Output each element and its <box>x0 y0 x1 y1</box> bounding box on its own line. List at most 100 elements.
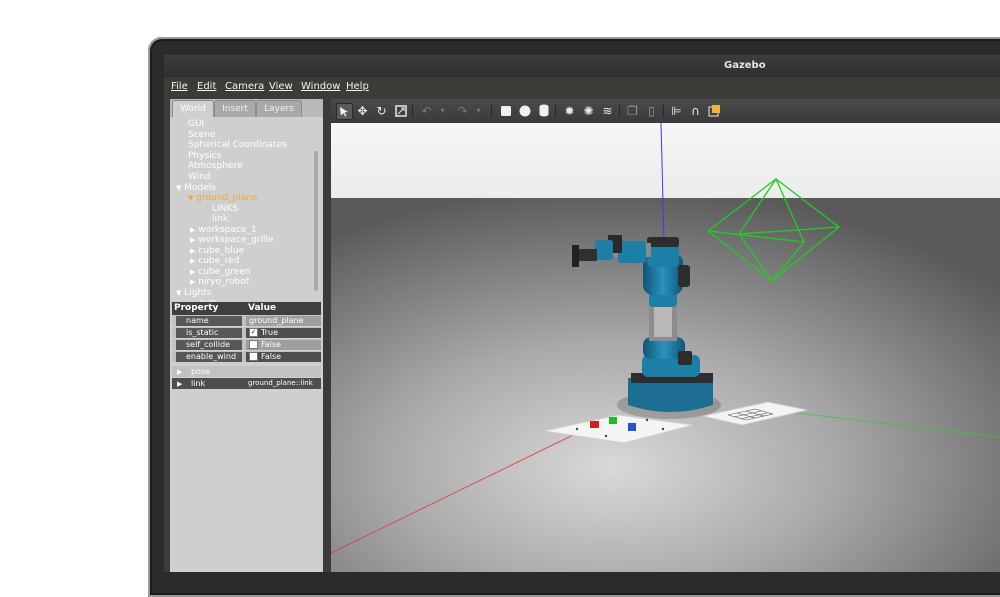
property-key: self_collide <box>176 340 242 350</box>
tree-item-physics[interactable]: Physics <box>188 151 221 161</box>
tree-scrollbar[interactable] <box>314 151 318 291</box>
checked-checkbox[interactable]: ✓ <box>249 328 258 337</box>
collapse-arrow-icon[interactable]: ▶ <box>177 380 182 388</box>
toolbar: ✥ ↻ ↶ ▾ ↷ ▾ ✹ ✺ ≋ ❐ ▯ ⊫ ∩ <box>331 99 1000 123</box>
property-key: is_static <box>176 328 242 338</box>
tree-item-spherical-coordinates[interactable]: Spherical Coordinates <box>188 140 287 150</box>
tree-item-workspace-grille[interactable]: ▶ workspace_grille <box>190 235 273 245</box>
scale-icon[interactable] <box>393 103 408 118</box>
model-label: workspace_1 <box>198 225 257 235</box>
paste-icon[interactable]: ▯ <box>644 103 659 118</box>
rotate-icon[interactable]: ↻ <box>374 103 389 118</box>
property-value: False <box>246 340 321 350</box>
tree-item-niryo-robot[interactable]: ▶ niryo_robot <box>190 277 249 287</box>
property-row-is-static: is_static ✓ True <box>172 327 321 338</box>
cylinder-icon[interactable] <box>536 103 551 118</box>
tree-item-scene[interactable]: Scene <box>188 130 215 140</box>
menu-view[interactable]: View <box>269 81 293 92</box>
view-angle-icon[interactable] <box>707 103 722 118</box>
tree-item-wind[interactable]: Wind <box>188 172 211 182</box>
unchecked-checkbox[interactable] <box>249 352 258 361</box>
tree-item-cube-green[interactable]: ▶ cube_green <box>190 267 251 277</box>
toolbar-separator <box>555 104 556 118</box>
spot-light-icon[interactable]: ✺ <box>581 103 596 118</box>
world-tree: GUI Scene Spherical Coordinates Physics … <box>170 117 323 308</box>
tab-insert[interactable]: Insert <box>214 100 256 117</box>
tree-item-gui[interactable]: GUI <box>188 119 204 129</box>
collapse-arrow-icon[interactable]: ▶ <box>190 268 195 276</box>
pose-label: pose <box>190 367 210 376</box>
collapse-arrow-icon[interactable]: ▶ <box>190 278 195 286</box>
tree-item-atmosphere[interactable]: Atmosphere <box>188 161 242 171</box>
box-icon[interactable] <box>498 103 513 118</box>
tree-item-link[interactable]: link <box>212 214 228 224</box>
collapse-arrow-icon[interactable]: ▶ <box>177 368 182 376</box>
link-value: ground_plane::link <box>248 379 313 387</box>
collapse-arrow-icon[interactable]: ▶ <box>190 257 195 265</box>
copy-icon[interactable]: ❐ <box>625 103 640 118</box>
tree-item-cube-blue[interactable]: ▶ cube_blue <box>190 246 244 256</box>
tree-item-models[interactable]: ▼ Models <box>176 183 216 193</box>
menu-camera[interactable]: Camera <box>225 81 264 92</box>
property-key: name <box>176 316 242 326</box>
model-label: niryo_robot <box>198 277 250 287</box>
toolbar-separator <box>663 104 664 118</box>
toolbar-separator <box>412 104 413 118</box>
sky <box>331 123 1000 198</box>
lights-label: Lights <box>184 288 212 298</box>
expand-arrow-icon[interactable]: ▼ <box>188 194 193 202</box>
property-row-enable-wind: enable_wind False <box>172 351 321 362</box>
scene-render <box>330 122 1000 572</box>
expand-arrow-icon[interactable]: ▼ <box>176 289 181 297</box>
tab-layers[interactable]: Layers <box>256 100 302 117</box>
collapse-arrow-icon[interactable]: ▶ <box>190 236 195 244</box>
model-label: cube_green <box>198 267 251 277</box>
select-icon[interactable] <box>336 103 353 120</box>
3d-viewport[interactable] <box>330 122 1000 572</box>
tree-item-lights[interactable]: ▼ Lights <box>176 288 211 298</box>
models-label: Models <box>184 183 216 193</box>
property-row-pose[interactable]: ▶ pose <box>172 366 321 377</box>
menu-file[interactable]: File <box>171 81 188 92</box>
checkbox-label: False <box>261 352 282 361</box>
tree-item-links[interactable]: LINKS <box>212 204 238 214</box>
property-column-header: Property <box>174 303 219 313</box>
link-label: link <box>190 379 206 388</box>
tree-item-ground-plane[interactable]: ▼ ground_plane <box>188 193 258 203</box>
redo-icon[interactable]: ↷ <box>455 103 470 118</box>
property-value[interactable]: ground_plane <box>246 316 321 326</box>
property-row-name: name ground_plane <box>172 315 321 326</box>
model-label: workspace_grille <box>198 235 274 245</box>
point-light-icon[interactable]: ✹ <box>562 103 577 118</box>
toolbar-separator <box>619 104 620 118</box>
sphere-icon[interactable] <box>517 103 532 118</box>
align-icon[interactable]: ⊫ <box>669 103 684 118</box>
unchecked-checkbox[interactable] <box>249 340 258 349</box>
undo-dropdown-icon[interactable]: ▾ <box>435 103 450 118</box>
collapse-arrow-icon[interactable]: ▶ <box>190 226 195 234</box>
snap-icon[interactable]: ∩ <box>688 103 703 118</box>
selected-model-label: ground_plane <box>196 193 258 203</box>
translate-icon[interactable]: ✥ <box>355 103 370 118</box>
collapse-arrow-icon[interactable]: ▶ <box>190 247 195 255</box>
checkbox-label: False <box>261 340 282 349</box>
value-column-header: Value <box>248 303 277 313</box>
window-title: Gazebo <box>724 60 766 71</box>
directional-light-icon[interactable]: ≋ <box>600 103 615 118</box>
checkbox-label: True <box>261 328 278 337</box>
property-row-self-collide: self_collide False <box>172 339 321 350</box>
model-label: cube_red <box>198 256 240 266</box>
property-row-link[interactable]: ▶ link ground_plane::link <box>172 378 321 389</box>
gazebo-window: Gazebo File Edit Camera View Window Help… <box>164 55 1000 572</box>
menu-edit[interactable]: Edit <box>197 81 216 92</box>
expand-arrow-icon[interactable]: ▼ <box>176 184 181 192</box>
tree-item-workspace-1[interactable]: ▶ workspace_1 <box>190 225 257 235</box>
menu-help[interactable]: Help <box>346 81 369 92</box>
redo-dropdown-icon[interactable]: ▾ <box>471 103 486 118</box>
left-panel: World Insert Layers GUI Scene Spherical … <box>170 99 323 572</box>
undo-icon[interactable]: ↶ <box>419 103 434 118</box>
menu-bar: File Edit Camera View Window Help <box>164 77 1000 97</box>
tab-world[interactable]: World <box>172 100 214 117</box>
menu-window[interactable]: Window <box>301 81 340 92</box>
tree-item-cube-red[interactable]: ▶ cube_red <box>190 256 239 266</box>
